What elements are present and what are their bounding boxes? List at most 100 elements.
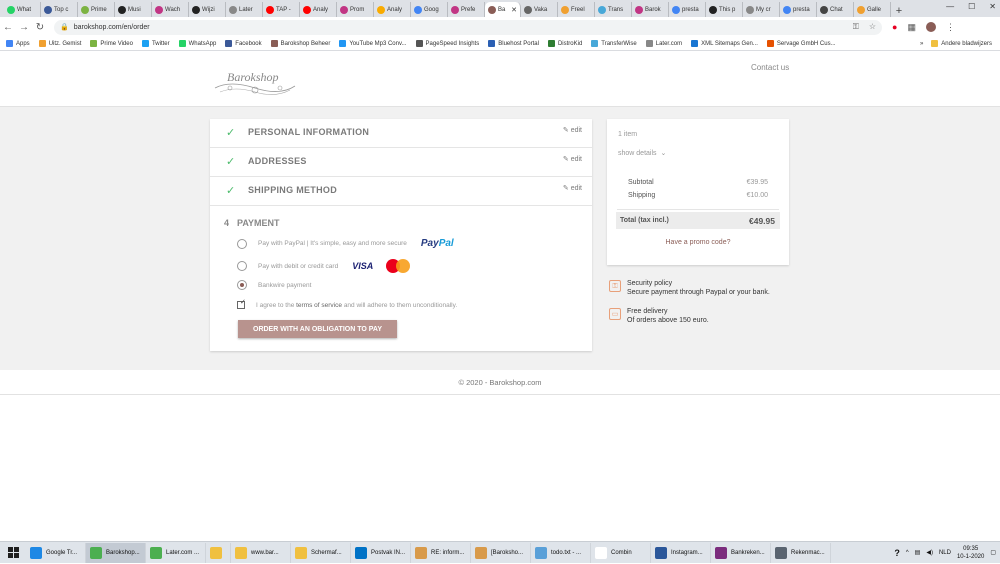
bookmark-item[interactable]: Apps [6,40,30,47]
pinterest-extension-icon[interactable]: ● [892,22,897,32]
reload-icon[interactable]: ↻ [32,22,48,33]
terms-of-service-link[interactable]: terms of service [296,302,342,309]
taskbar-app[interactable]: Google Tr... [26,542,86,563]
browser-tab[interactable]: Top c [41,2,78,17]
browser-tab[interactable]: Goog [411,2,448,17]
browser-tab[interactable]: Vaka [521,2,558,17]
taskbar-app[interactable]: Barokshop... [86,542,146,563]
browser-tab[interactable]: Galle [854,2,891,17]
radio-button-selected[interactable] [237,280,247,290]
taskbar-app[interactable]: Bankreken... [711,542,771,563]
bookmark-item[interactable]: Prime Video [90,40,133,47]
browser-tab[interactable]: Ba ✕ [485,2,521,17]
bookmark-item[interactable]: Facebook [225,40,262,47]
browser-tab[interactable]: Barok [632,2,669,17]
barokshop-logo[interactable]: Barokshop [210,66,300,98]
edit-step-link[interactable]: ✎ edit [563,184,582,192]
address-bar[interactable]: 🔒 barokshop.com/en/order ⚿ ☆ [54,19,882,35]
bookmark-item[interactable]: Twitter [141,40,170,47]
show-details-toggle[interactable]: show details ⌄ [618,149,666,157]
bookmark-item[interactable]: Servage GmbH Cus... [766,40,836,47]
promo-code-link[interactable]: Have a promo code? [607,239,789,246]
bookmark-item[interactable]: PageSpeed Insights [415,40,479,47]
order-button[interactable]: ORDER WITH AN OBLIGATION TO PAY [238,320,397,338]
taskbar-app[interactable]: Schermaf... [291,542,351,563]
browser-tab[interactable]: Wijzi [189,2,226,17]
network-icon[interactable]: ▤ [915,549,921,556]
close-window-icon[interactable]: ✕ [989,2,996,11]
forward-icon[interactable]: → [16,22,32,33]
browser-tab[interactable]: TAP - [263,2,300,17]
radio-button[interactable] [237,238,247,249]
payment-option-card[interactable]: Pay with debit or credit card VISA [237,259,411,273]
tab-favicon-icon [857,5,865,14]
bookmark-star-icon[interactable]: ☆ [869,22,876,32]
other-bookmarks[interactable]: Andere bladwijzers [931,40,992,47]
taskbar-app[interactable] [206,542,231,563]
edit-step-link[interactable]: ✎ edit [563,126,582,134]
browser-tab[interactable]: What [4,2,41,17]
browser-tab[interactable]: Chat [817,2,854,17]
browser-tab[interactable]: My cr [743,2,780,17]
browser-tab[interactable]: Prime [78,2,115,17]
contact-us-link[interactable]: Contact us [751,63,789,72]
browser-tab[interactable]: presta [780,2,817,17]
taskbar-app[interactable]: Instagram... [651,542,711,563]
tab-favicon-icon [303,5,311,14]
browser-tab[interactable]: Prefe [448,2,485,17]
tab-favicon-icon [709,5,717,14]
browser-tab[interactable]: Later [226,2,263,17]
profile-avatar[interactable] [925,22,936,32]
taskbar-app[interactable]: [Baroksho... [471,542,531,563]
notification-chevron-icon[interactable]: ^ [906,550,909,556]
bookmark-item[interactable]: Later.com [645,40,682,47]
taskbar-app[interactable]: RE: inform... [411,542,471,563]
new-tab-button[interactable]: + [891,5,907,17]
bookmarks-bar: Apps Uitz. Gemist Prime Video Twitter WhatsA… [0,37,1000,51]
minimize-icon[interactable]: — [946,2,954,11]
clock[interactable]: 09:35 10-1-2020 [957,545,984,561]
browser-tab[interactable]: Trans [595,2,632,17]
radio-button[interactable] [237,261,247,271]
bookmark-item[interactable]: TransferWise [591,40,637,47]
terms-checkbox[interactable] [237,298,246,309]
key-icon[interactable]: ⚿ [853,22,859,32]
bookmark-item[interactable]: DistroKid [547,40,582,47]
extension-icon[interactable]: ▦ [907,22,916,33]
browser-tab[interactable]: Freel [558,2,595,17]
volume-icon[interactable]: ◀) [926,549,933,556]
bookmark-item[interactable]: WhatsApp [178,40,216,47]
taskbar-app[interactable]: www.bar... [231,542,291,563]
action-center-icon[interactable]: ▢ [990,549,996,556]
more-bookmarks-icon[interactable]: » [920,41,923,47]
menu-icon[interactable]: ⋮ [946,22,955,33]
edit-step-link[interactable]: ✎ edit [563,155,582,163]
back-icon[interactable]: ← [0,22,16,33]
taskbar-app[interactable]: Rekenmac... [771,542,831,563]
browser-tab[interactable]: Analy [300,2,337,17]
help-icon[interactable]: ? [894,548,900,558]
bookmark-item[interactable]: Bluehost Portal [488,40,539,47]
browser-tab[interactable]: presta [669,2,706,17]
taskbar-app[interactable]: Combin [591,542,651,563]
browser-tab[interactable]: Prom [337,2,374,17]
payment-option-paypal[interactable]: Pay with PayPal | It's simple, easy and … [237,238,454,249]
browser-tab[interactable]: Musi [115,2,152,17]
payment-option-bankwire[interactable]: Bankwire payment [237,280,311,290]
bookmark-item[interactable]: Barokshop Beheer [270,40,330,47]
taskbar-app[interactable]: Later.com ... [146,542,206,563]
close-tab-icon[interactable]: ✕ [511,6,517,14]
bookmark-item[interactable]: Uitz. Gemist [38,40,81,47]
tab-favicon-icon [192,5,200,14]
maximize-icon[interactable]: ☐ [968,2,975,11]
start-button[interactable] [0,542,26,564]
browser-tab[interactable]: Wach [152,2,189,17]
browser-tab[interactable]: This p [706,2,743,17]
browser-tab[interactable]: Analy [374,2,411,17]
bookmark-item[interactable]: YouTube Mp3 Conv... [339,40,407,47]
taskbar-app[interactable]: Postvak IN... [351,542,411,563]
tab-title: Wijzi [202,6,215,13]
bookmark-item[interactable]: XML Sitemaps Gen... [691,40,758,47]
language-indicator[interactable]: NLD [939,550,951,556]
taskbar-app[interactable]: todo.txt - ... [531,542,591,563]
